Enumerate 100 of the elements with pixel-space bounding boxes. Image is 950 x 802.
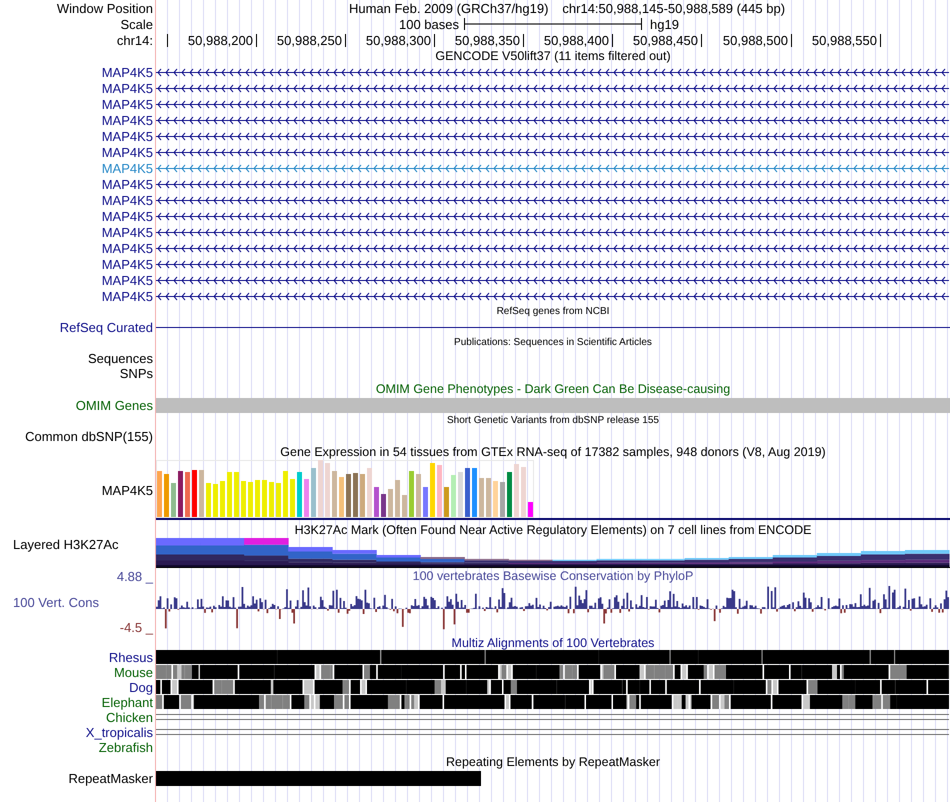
expression-bar xyxy=(185,472,190,517)
expression-bar xyxy=(528,502,533,517)
assembly-title: Human Feb. 2009 (GRCh37/hg19) xyxy=(348,2,548,14)
expression-bar xyxy=(283,471,288,517)
expression-bar xyxy=(472,468,477,517)
axis-max-label: 4.88 _ xyxy=(116,570,153,583)
gene-label[interactable]: MAP4K5 xyxy=(102,82,153,94)
assembly-label: hg19 xyxy=(649,18,680,30)
expression-bar xyxy=(514,464,519,517)
track-label[interactable]: OMIM Genes xyxy=(76,398,153,412)
track-label[interactable]: Common dbSNP(155) xyxy=(25,430,153,443)
gene-label[interactable]: MAP4K5 xyxy=(102,66,153,78)
expression-bar xyxy=(444,487,449,517)
expression-bar xyxy=(227,472,232,517)
expression-bar xyxy=(381,494,386,517)
track-title: GENCODE V50lift37 (11 items filtered out) xyxy=(435,50,671,62)
axis-min-label: -4.5 _ xyxy=(120,621,153,634)
expression-bar xyxy=(479,478,484,517)
expression-bar xyxy=(192,470,197,517)
expression-bar xyxy=(451,475,456,517)
track-label[interactable]: Layered H3K27Ac xyxy=(13,538,119,550)
gene-label[interactable]: MAP4K5 xyxy=(102,194,153,206)
expression-bar xyxy=(423,487,428,517)
expression-bar xyxy=(325,463,330,517)
expression-bar xyxy=(241,481,246,517)
expression-bar xyxy=(388,489,393,517)
expression-bar xyxy=(199,470,204,517)
gene-label[interactable]: MAP4K5 xyxy=(102,114,153,126)
scale-label: Scale xyxy=(120,18,153,30)
expression-bar xyxy=(304,479,309,517)
track-title: RefSeq genes from NCBI xyxy=(496,307,610,317)
gene-label[interactable]: MAP4K5 xyxy=(102,258,153,270)
expression-bar xyxy=(311,468,316,517)
gene-label[interactable]: MAP4K5 xyxy=(102,98,153,110)
expression-bar xyxy=(353,473,358,517)
expression-bar xyxy=(493,481,498,517)
track-title: Repeating Elements by RepeatMasker xyxy=(446,756,660,769)
expression-bar xyxy=(430,463,435,517)
species-label[interactable]: Rhesus xyxy=(108,651,153,664)
track-label[interactable]: RepeatMasker xyxy=(68,772,153,784)
gene-label[interactable]: MAP4K5 xyxy=(102,130,153,142)
expression-bar xyxy=(164,474,169,517)
expression-bar xyxy=(262,480,267,517)
expression-bar xyxy=(234,472,239,517)
expression-bar xyxy=(465,468,470,517)
gene-label[interactable]: MAP4K5 xyxy=(102,178,153,190)
expression-bar xyxy=(276,483,281,517)
ruler-label: 50,988,300 xyxy=(366,34,431,47)
expression-bar xyxy=(416,474,421,517)
expression-bar xyxy=(206,483,211,517)
ruler-label: 50,988,450 xyxy=(632,34,698,47)
species-label[interactable]: Zebrafish xyxy=(98,741,153,754)
expression-bar xyxy=(374,487,379,517)
expression-bar xyxy=(360,474,365,517)
gene-label[interactable]: MAP4K5 xyxy=(102,162,153,174)
expression-bar xyxy=(500,482,505,517)
species-label[interactable]: Elephant xyxy=(102,696,153,709)
expression-bar xyxy=(395,480,400,517)
species-label[interactable]: Mouse xyxy=(114,666,153,679)
track-title: Multiz Alignments of 100 Vertebrates xyxy=(452,636,654,650)
expression-bar xyxy=(297,472,302,517)
expression-bar xyxy=(290,479,295,517)
expression-bar xyxy=(346,474,351,517)
ruler-label: 50,988,550 xyxy=(812,34,877,47)
gene-label[interactable]: MAP4K5 xyxy=(102,146,153,158)
species-label[interactable]: X_tropicalis xyxy=(86,726,153,739)
species-label[interactable]: Chicken xyxy=(106,711,153,724)
gene-label[interactable]: MAP4K5 xyxy=(102,290,153,302)
expression-bar xyxy=(213,484,218,517)
expression-bar xyxy=(409,471,414,517)
gene-label[interactable]: MAP4K5 xyxy=(102,274,153,286)
ruler-label: 50,988,200 xyxy=(188,34,253,47)
track-label[interactable]: Sequences xyxy=(88,352,153,365)
expression-bar xyxy=(318,460,323,517)
expression-bar xyxy=(521,467,526,517)
expression-bar xyxy=(255,480,260,517)
expression-bar xyxy=(171,483,176,517)
expression-bar xyxy=(458,472,463,517)
gene-label[interactable]: MAP4K5 xyxy=(102,226,153,238)
expression-bar xyxy=(402,495,407,517)
track-title: H3K27Ac Mark (Often Found Near Active Regulatory Elements) on 7 cell lines from ENCODE xyxy=(294,524,812,537)
expression-bar xyxy=(339,477,344,517)
ruler-label: 50,988,400 xyxy=(544,34,609,47)
window-position-label: Window Position xyxy=(56,2,153,14)
track-label[interactable]: RefSeq Curated xyxy=(60,321,153,334)
expression-bar xyxy=(486,478,491,517)
species-label[interactable]: Dog xyxy=(129,681,153,694)
track-title: Short Genetic Variants from dbSNP release 155 xyxy=(447,416,659,426)
position-text[interactable]: chr14:50,988,145-50,988,589 (445 bp) xyxy=(562,2,786,14)
track-title: Gene Expression in 54 tissues from GTEx RNA-seq of 17382 samples, 948 donors (V8, Aug 2019) xyxy=(280,446,826,458)
track-label[interactable]: 100 Vert. Cons xyxy=(13,596,99,608)
track-label[interactable]: MAP4K5 xyxy=(102,484,153,496)
track-title: OMIM Gene Phenotypes - Dark Green Can Be Disease-causing xyxy=(376,382,730,396)
track-label[interactable]: SNPs xyxy=(120,367,153,380)
track-title: Publications: Sequences in Scientific Articles xyxy=(454,338,652,348)
gene-label[interactable]: MAP4K5 xyxy=(102,242,153,254)
gene-label[interactable]: MAP4K5 xyxy=(102,210,153,222)
expression-bar xyxy=(248,482,253,517)
expression-bar xyxy=(332,471,337,517)
expression-bar xyxy=(507,472,512,517)
